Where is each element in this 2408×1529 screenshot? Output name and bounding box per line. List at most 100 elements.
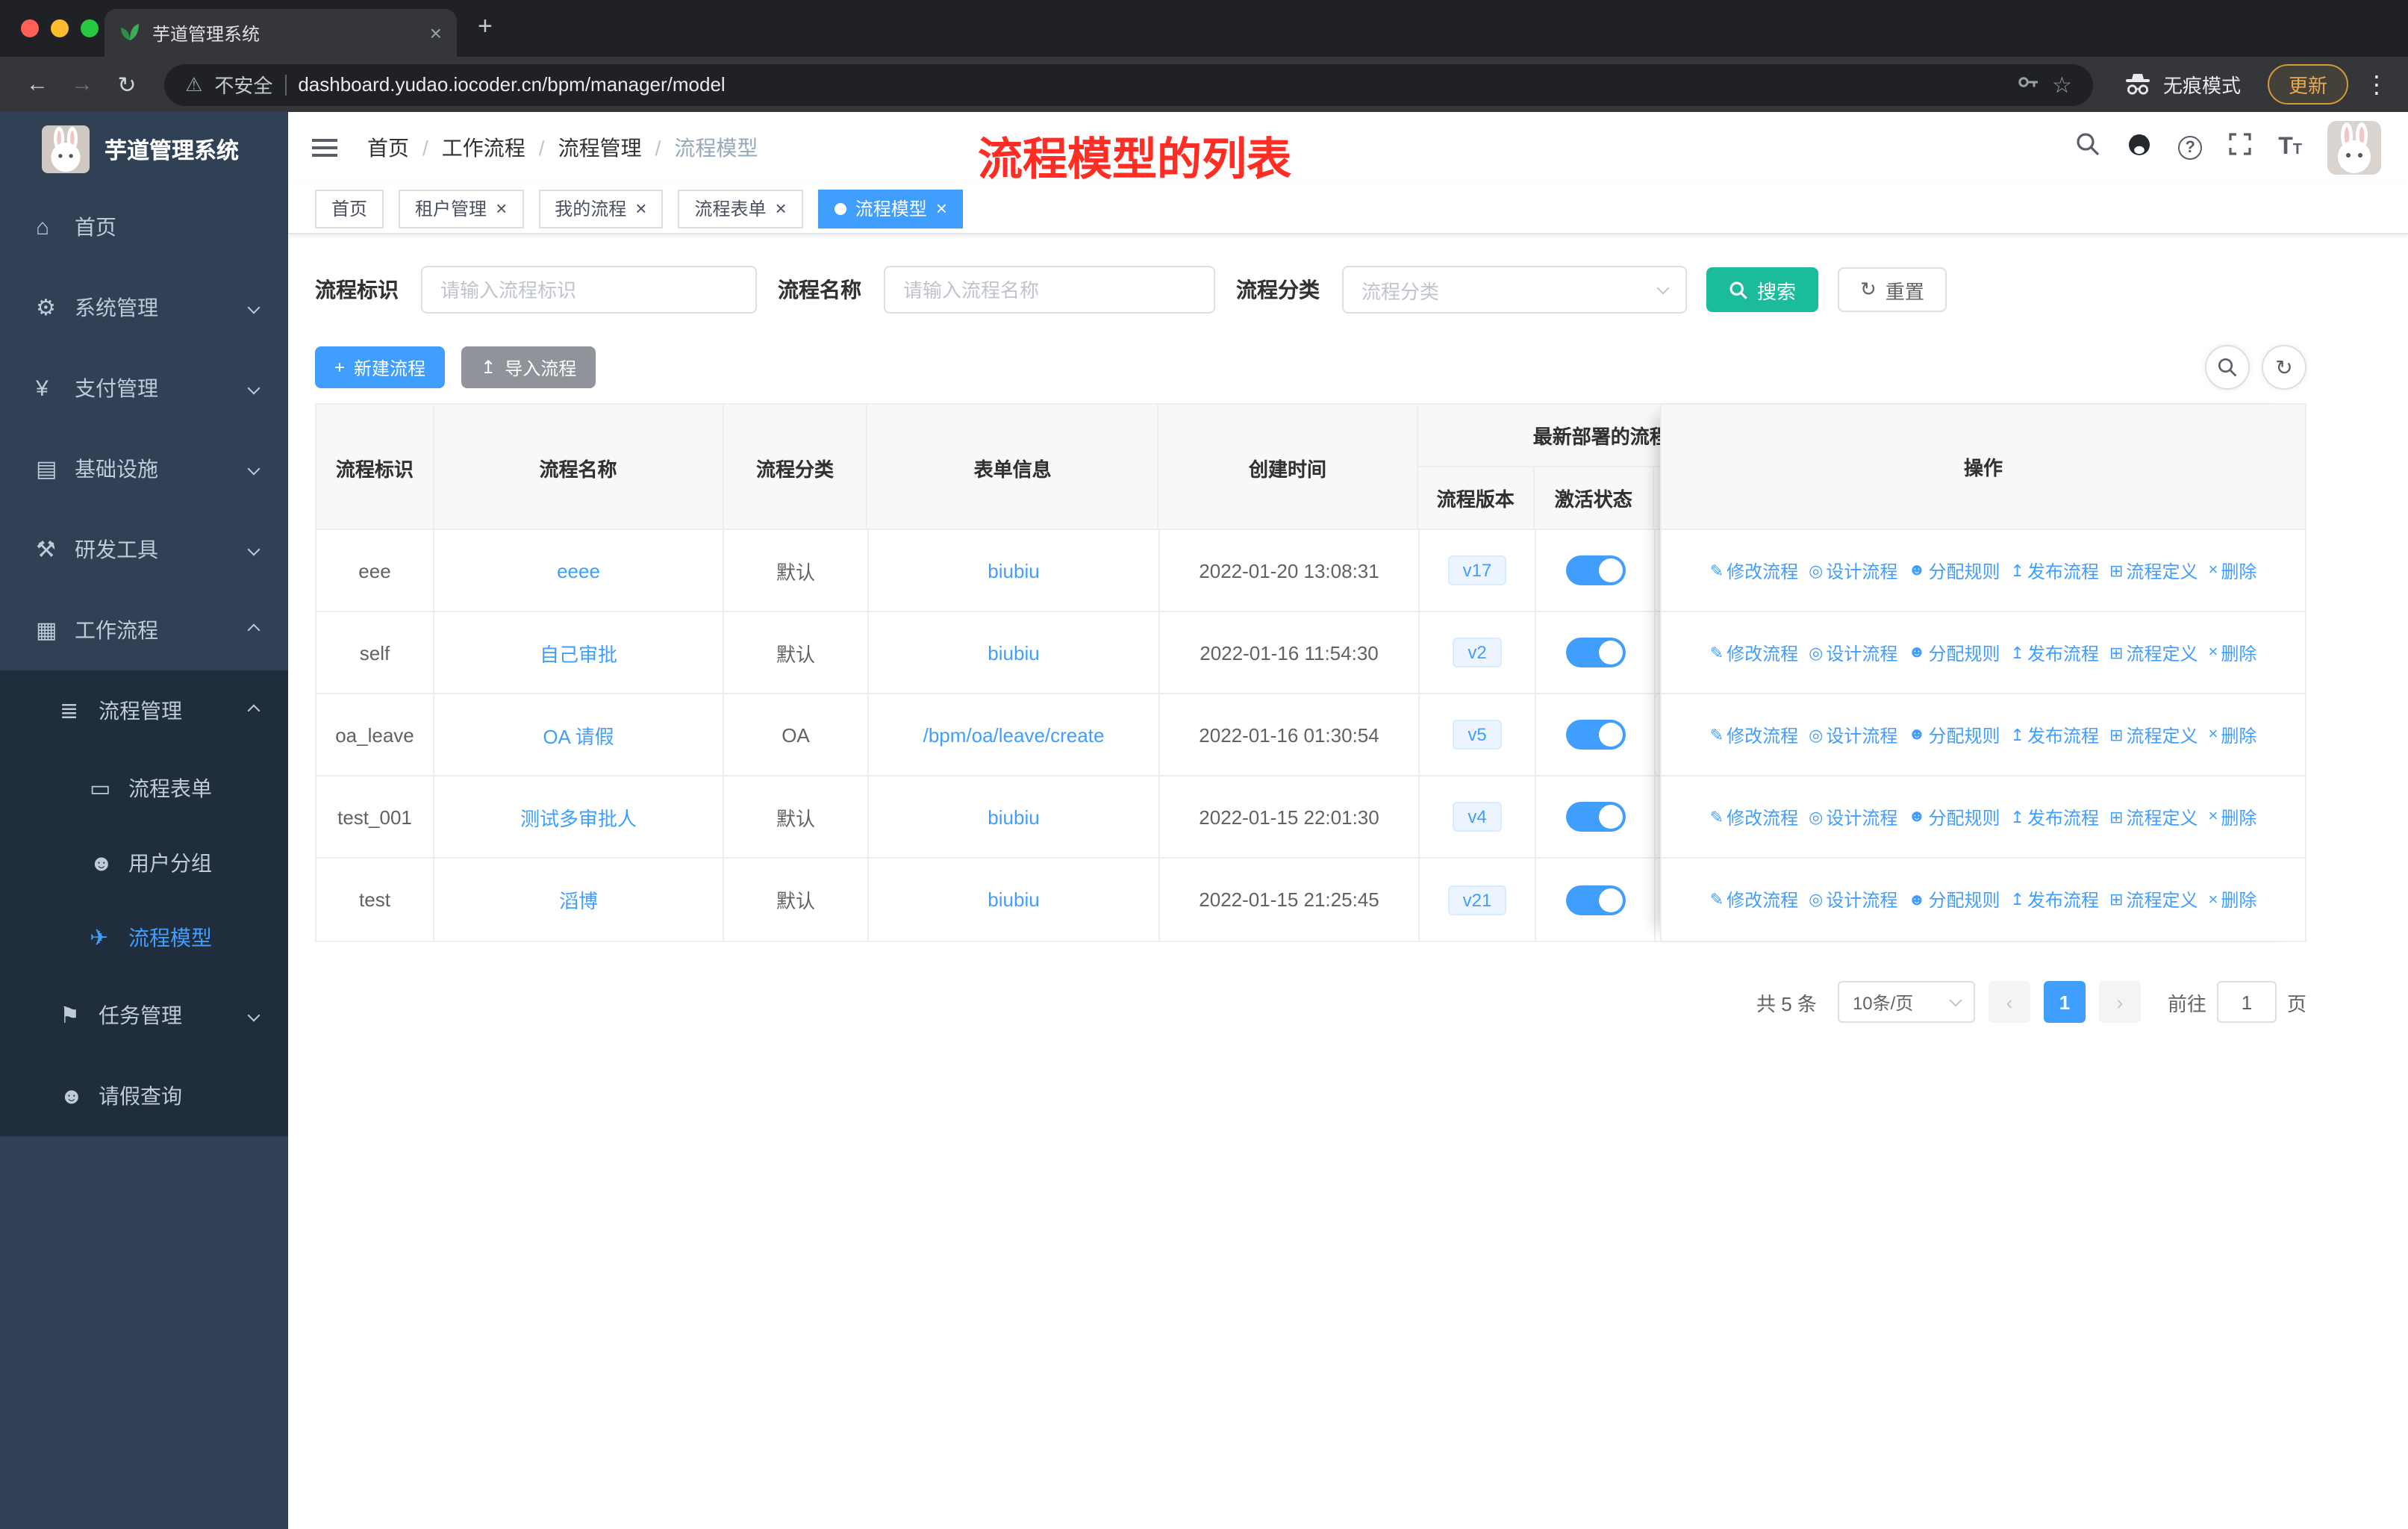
form-info-link[interactable]: biubiu — [988, 641, 1039, 664]
security-label[interactable]: 不安全 — [214, 70, 272, 99]
sidebar-item-system[interactable]: ⚙ 系统管理 — [0, 267, 288, 348]
op-assign-link[interactable]: ☻ 分配规则 — [1908, 804, 2000, 829]
op-modify-link[interactable]: ✎ 修改流程 — [1710, 887, 1798, 912]
sidebar-item-home[interactable]: ⌂ 首页 — [0, 187, 288, 267]
security-warning-icon[interactable]: ⚠ — [185, 72, 202, 96]
tab-home[interactable]: 首页 — [315, 189, 384, 228]
url-text[interactable]: dashboard.yudao.iocoder.cn/bpm/manager/m… — [298, 73, 725, 96]
next-page-button[interactable]: › — [2098, 981, 2141, 1023]
tab-my-process[interactable]: 我的流程 × — [538, 189, 664, 228]
op-delete-link[interactable]: × 删除 — [2208, 722, 2256, 747]
op-modify-link[interactable]: ✎ 修改流程 — [1710, 558, 1798, 583]
op-assign-link[interactable]: ☻ 分配规则 — [1908, 640, 2000, 665]
activation-toggle[interactable] — [1565, 555, 1625, 585]
op-modify-link[interactable]: ✎ 修改流程 — [1710, 640, 1798, 665]
activation-toggle[interactable] — [1565, 802, 1625, 832]
op-deploy-link[interactable]: ↥ 发布流程 — [2011, 640, 2099, 665]
window-minimize-button[interactable] — [51, 19, 69, 37]
app-logo[interactable]: 芋道管理系统 — [0, 112, 288, 187]
sidebar-item-process-model[interactable]: ✈ 流程模型 — [0, 900, 288, 975]
op-design-link[interactable]: ◎ 设计流程 — [1809, 887, 1897, 912]
breadcrumb-item[interactable]: 工作流程 — [442, 133, 525, 163]
activation-toggle[interactable] — [1565, 638, 1625, 667]
op-deploy-link[interactable]: ↥ 发布流程 — [2011, 804, 2099, 829]
process-name-link[interactable]: 测试多审批人 — [520, 803, 637, 831]
op-assign-link[interactable]: ☻ 分配规则 — [1908, 558, 2000, 583]
bookmark-star-icon[interactable]: ☆ — [2052, 71, 2072, 98]
sidebar-item-payment[interactable]: ¥ 支付管理 — [0, 348, 288, 429]
tab-process-model[interactable]: 流程模型 × — [817, 189, 964, 228]
op-assign-link[interactable]: ☻ 分配规则 — [1908, 722, 2000, 747]
form-info-link[interactable]: biubiu — [988, 888, 1039, 911]
close-icon[interactable]: × — [496, 199, 507, 218]
font-size-icon[interactable]: TT — [2278, 135, 2302, 160]
filter-key-input[interactable] — [421, 266, 757, 314]
op-modify-link[interactable]: ✎ 修改流程 — [1710, 722, 1798, 747]
refresh-table-icon[interactable]: ↻ — [2262, 345, 2306, 390]
search-button[interactable]: 搜索 — [1706, 267, 1819, 312]
fullscreen-icon[interactable] — [2227, 131, 2253, 164]
op-delete-link[interactable]: × 删除 — [2208, 804, 2256, 829]
form-info-link[interactable]: /bpm/oa/leave/create — [923, 723, 1105, 746]
forward-button[interactable]: → — [63, 72, 102, 97]
github-icon[interactable] — [2126, 131, 2153, 165]
op-deploy-link[interactable]: ↥ 发布流程 — [2011, 722, 2099, 747]
toggle-search-icon[interactable] — [2205, 345, 2250, 390]
op-deploy-link[interactable]: ↥ 发布流程 — [2011, 558, 2099, 583]
tab-tenant[interactable]: 租户管理 × — [399, 189, 524, 228]
process-name-link[interactable]: OA 请假 — [543, 720, 614, 749]
new-tab-button[interactable]: + — [478, 12, 493, 42]
reload-button[interactable]: ↻ — [107, 71, 146, 98]
tab-process-form[interactable]: 流程表单 × — [678, 189, 803, 228]
activation-toggle[interactable] — [1565, 720, 1625, 750]
sidebar-item-process-mgmt[interactable]: ≣ 流程管理 — [0, 670, 288, 751]
sidebar-item-process-form[interactable]: ▭ 流程表单 — [0, 751, 288, 826]
op-assign-link[interactable]: ☻ 分配规则 — [1908, 887, 2000, 912]
address-bar[interactable]: ⚠ 不安全 dashboard.yudao.iocoder.cn/bpm/man… — [164, 63, 2093, 105]
filter-name-input[interactable] — [884, 266, 1215, 314]
create-process-button[interactable]: + 新建流程 — [315, 346, 446, 388]
prev-page-button[interactable]: ‹ — [1988, 981, 2030, 1023]
page-size-select[interactable]: 10条/页 — [1837, 981, 1975, 1023]
breadcrumb-item[interactable]: 首页 — [367, 133, 409, 163]
close-icon[interactable]: × — [776, 199, 787, 218]
goto-page-input[interactable] — [2216, 981, 2277, 1023]
form-info-link[interactable]: biubiu — [988, 559, 1039, 582]
password-key-icon[interactable] — [2016, 70, 2040, 99]
filter-category-select[interactable]: 流程分类 — [1342, 266, 1687, 314]
user-avatar[interactable] — [2327, 121, 2381, 175]
op-definition-link[interactable]: ⊞ 流程定义 — [2109, 722, 2198, 747]
op-deploy-link[interactable]: ↥ 发布流程 — [2011, 887, 2099, 912]
close-icon[interactable]: × — [635, 199, 646, 218]
op-delete-link[interactable]: × 删除 — [2208, 558, 2256, 583]
op-design-link[interactable]: ◎ 设计流程 — [1809, 722, 1897, 747]
sidebar-item-task-mgmt[interactable]: ⚑ 任务管理 — [0, 975, 288, 1056]
sidebar-item-user-group[interactable]: ☻ 用户分组 — [0, 826, 288, 900]
op-modify-link[interactable]: ✎ 修改流程 — [1710, 804, 1798, 829]
window-zoom-button[interactable] — [81, 19, 99, 37]
op-definition-link[interactable]: ⊞ 流程定义 — [2109, 804, 2198, 829]
update-button[interactable]: 更新 — [2267, 64, 2348, 105]
sidebar-collapse-icon[interactable] — [312, 139, 337, 157]
process-name-link[interactable]: 自己审批 — [540, 638, 617, 667]
current-page-button[interactable]: 1 — [2043, 981, 2086, 1023]
op-definition-link[interactable]: ⊞ 流程定义 — [2109, 640, 2198, 665]
process-name-link[interactable]: eeee — [557, 559, 600, 582]
op-delete-link[interactable]: × 删除 — [2208, 640, 2256, 665]
process-name-link[interactable]: 滔博 — [559, 885, 598, 914]
window-close-button[interactable] — [21, 19, 39, 37]
sidebar-item-devtools[interactable]: ⚒ 研发工具 — [0, 509, 288, 590]
browser-tab[interactable]: 芋道管理系统 × — [105, 9, 457, 57]
browser-menu-icon[interactable]: ⋮ — [2363, 69, 2390, 99]
sidebar-item-leave-query[interactable]: ☻ 请假查询 — [0, 1056, 288, 1136]
op-definition-link[interactable]: ⊞ 流程定义 — [2109, 887, 2198, 912]
op-design-link[interactable]: ◎ 设计流程 — [1809, 640, 1897, 665]
search-icon[interactable] — [2075, 131, 2100, 164]
reset-button[interactable]: ↻ 重置 — [1838, 267, 1947, 312]
op-design-link[interactable]: ◎ 设计流程 — [1809, 558, 1897, 583]
sidebar-item-infra[interactable]: ▤ 基础设施 — [0, 429, 288, 509]
close-icon[interactable]: × — [936, 199, 947, 218]
help-icon[interactable]: ? — [2178, 136, 2203, 160]
back-button[interactable]: ← — [18, 72, 57, 97]
sidebar-item-workflow[interactable]: ▦ 工作流程 — [0, 590, 288, 670]
